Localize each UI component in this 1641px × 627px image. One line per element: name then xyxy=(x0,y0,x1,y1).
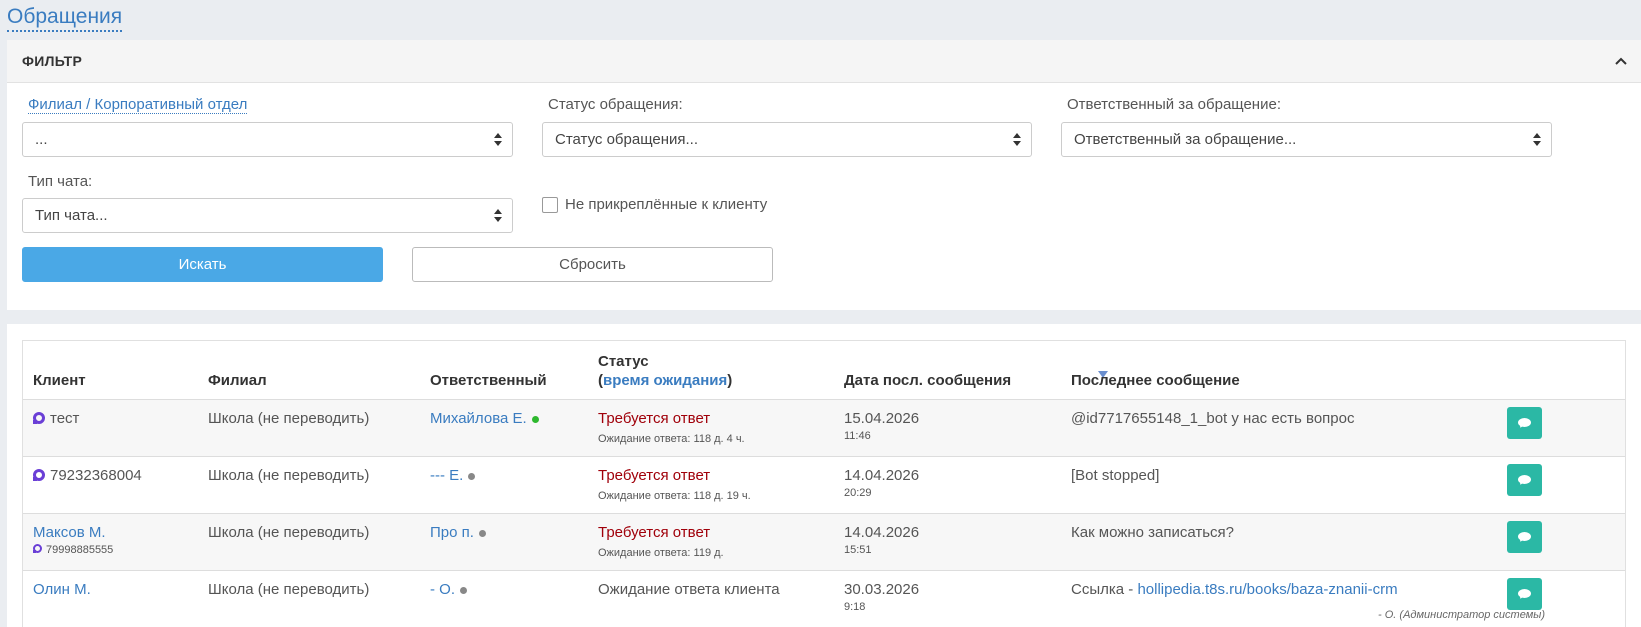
status-cell: Ожидание ответа клиента xyxy=(598,581,780,598)
wait-time: Ожидание ответа: 118 д. 19 ч. xyxy=(598,490,751,502)
client-phone-cell: 79998885555 xyxy=(33,544,113,556)
client-phone: 79998885555 xyxy=(46,544,114,556)
branch-cell: Школа (не переводить) xyxy=(208,524,370,541)
last-date: 30.03.2026 xyxy=(844,581,920,598)
offline-status-icon xyxy=(460,586,467,594)
last-time: 11:46 xyxy=(844,430,871,442)
messenger-icon xyxy=(33,412,45,424)
open-chat-button[interactable] xyxy=(1507,578,1542,610)
last-date: 14.04.2026 xyxy=(844,524,920,541)
status-cell: Требуется ответ xyxy=(598,524,711,541)
client-cell[interactable]: тест xyxy=(33,410,79,427)
responsible-filter-label: Ответственный за обращение: xyxy=(1067,96,1281,113)
column-responsible[interactable]: Ответственный xyxy=(430,372,547,389)
responsible-cell[interactable]: --- Е. xyxy=(430,467,476,484)
client-cell[interactable]: 79232368004 xyxy=(33,467,142,484)
wait-time: Ожидание ответа: 118 д. 4 ч. xyxy=(598,433,745,445)
appeals-table: Клиент Филиал Ответственный Статус (врем… xyxy=(22,340,1626,627)
appeals-list-panel: Клиент Филиал Ответственный Статус (врем… xyxy=(7,324,1641,627)
message-link[interactable]: hollipedia.t8s.ru/books/baza-znanii-crm xyxy=(1137,581,1397,598)
table-row[interactable]: Максов М. 79998885555 Школа (не переводи… xyxy=(23,514,1625,571)
chat-bubble-icon xyxy=(1518,418,1531,427)
status-wait-close: ) xyxy=(727,372,733,389)
branch-select-value: ... xyxy=(35,131,48,148)
column-status[interactable]: Статус xyxy=(598,353,649,370)
branch-filter-label[interactable]: Филиал / Корпоративный отдел xyxy=(28,96,248,114)
select-arrows-icon xyxy=(494,132,502,148)
client-name: 79232368004 xyxy=(50,467,142,484)
branch-cell: Школа (не переводить) xyxy=(208,581,370,598)
last-date: 15.04.2026 xyxy=(844,410,920,427)
search-button[interactable]: Искать xyxy=(22,247,383,282)
select-arrows-icon xyxy=(494,208,502,224)
column-last-message[interactable]: Последнее сообщение xyxy=(1071,372,1240,389)
select-arrows-icon xyxy=(1533,132,1541,148)
last-message: [Bot stopped] xyxy=(1071,467,1160,484)
online-status-icon xyxy=(531,415,539,423)
filter-title: ФИЛЬТР xyxy=(22,53,83,69)
chevron-up-icon[interactable] xyxy=(1611,50,1631,70)
last-message: Как можно записаться? xyxy=(1071,524,1235,541)
reset-button[interactable]: Сбросить xyxy=(412,247,773,282)
column-last-date[interactable]: Дата посл. сообщения xyxy=(844,372,1011,389)
column-client[interactable]: Клиент xyxy=(33,372,86,389)
filter-header[interactable]: ФИЛЬТР xyxy=(7,40,1641,83)
client-name[interactable]: Максов М. xyxy=(33,524,106,541)
status-cell: Требуется ответ xyxy=(598,467,711,484)
column-branch[interactable]: Филиал xyxy=(208,372,267,389)
status-cell: Требуется ответ xyxy=(598,410,711,427)
chat-bubble-icon xyxy=(1518,589,1531,598)
unattached-checkbox[interactable] xyxy=(542,197,558,213)
branch-select[interactable]: ... xyxy=(22,122,513,157)
message-prefix: Ссылка - xyxy=(1071,581,1138,598)
open-chat-button[interactable] xyxy=(1507,407,1542,439)
unattached-checkbox-label[interactable]: Не прикреплённые к клиенту xyxy=(565,196,767,213)
open-chat-button[interactable] xyxy=(1507,464,1542,496)
status-filter-label: Статус обращения: xyxy=(548,96,683,113)
table-row[interactable]: Олин М. Школа (не переводить) - О. Ожида… xyxy=(23,571,1625,627)
messenger-icon xyxy=(33,544,42,553)
branch-cell: Школа (не переводить) xyxy=(208,410,370,427)
status-select[interactable]: Статус обращения... xyxy=(542,122,1032,157)
chat-bubble-icon xyxy=(1518,475,1531,484)
table-row[interactable]: 79232368004 Школа (не переводить) --- Е.… xyxy=(23,457,1625,514)
chat-type-select-value: Тип чата... xyxy=(35,207,108,224)
responsible-cell[interactable]: - О. xyxy=(430,581,467,598)
offline-status-icon xyxy=(478,529,486,537)
status-wait-label: время ожидания xyxy=(603,372,728,389)
open-chat-button[interactable] xyxy=(1507,521,1542,553)
last-date: 14.04.2026 xyxy=(844,467,920,484)
chat-type-select[interactable]: Тип чата... xyxy=(22,198,513,233)
page-title: Обращения xyxy=(7,4,123,32)
wait-time: Ожидание ответа: 119 д. xyxy=(598,547,724,559)
client-name[interactable]: Олин М. xyxy=(33,581,91,598)
responsible-name: Про п. xyxy=(430,524,474,541)
responsible-select[interactable]: Ответственный за обращение... xyxy=(1061,122,1552,157)
responsible-name: - О. xyxy=(430,581,455,598)
offline-status-icon xyxy=(468,472,476,480)
client-name: тест xyxy=(50,410,80,427)
responsible-name: Михайлова Е. xyxy=(430,410,527,427)
select-arrows-icon xyxy=(1013,132,1021,148)
column-status-wait[interactable]: (время ожидания) xyxy=(598,372,732,389)
message-author: - О. (Администратор системы) xyxy=(1378,609,1545,621)
messenger-icon xyxy=(33,469,45,481)
table-header: Клиент Филиал Ответственный Статус (врем… xyxy=(23,341,1625,400)
chat-type-filter-label: Тип чата: xyxy=(28,173,93,190)
table-row[interactable]: тест Школа (не переводить) Михайлова Е. … xyxy=(23,400,1625,457)
status-select-value: Статус обращения... xyxy=(555,131,699,148)
last-time: 9:18 xyxy=(844,601,866,613)
filter-panel: ФИЛЬТР Филиал / Корпоративный отдел ... … xyxy=(7,40,1641,310)
responsible-select-value: Ответственный за обращение... xyxy=(1074,131,1297,148)
last-message: @id7717655148_1_bot у нас есть вопрос xyxy=(1071,410,1355,427)
branch-cell: Школа (не переводить) xyxy=(208,467,370,484)
responsible-cell[interactable]: Про п. xyxy=(430,524,486,541)
responsible-cell[interactable]: Михайлова Е. xyxy=(430,410,539,427)
chat-bubble-icon xyxy=(1518,532,1531,541)
last-message: Ссылка - hollipedia.t8s.ru/books/baza-zn… xyxy=(1071,581,1398,598)
responsible-name: --- Е. xyxy=(430,467,464,484)
last-time: 15:51 xyxy=(844,544,872,556)
last-time: 20:29 xyxy=(844,487,872,499)
